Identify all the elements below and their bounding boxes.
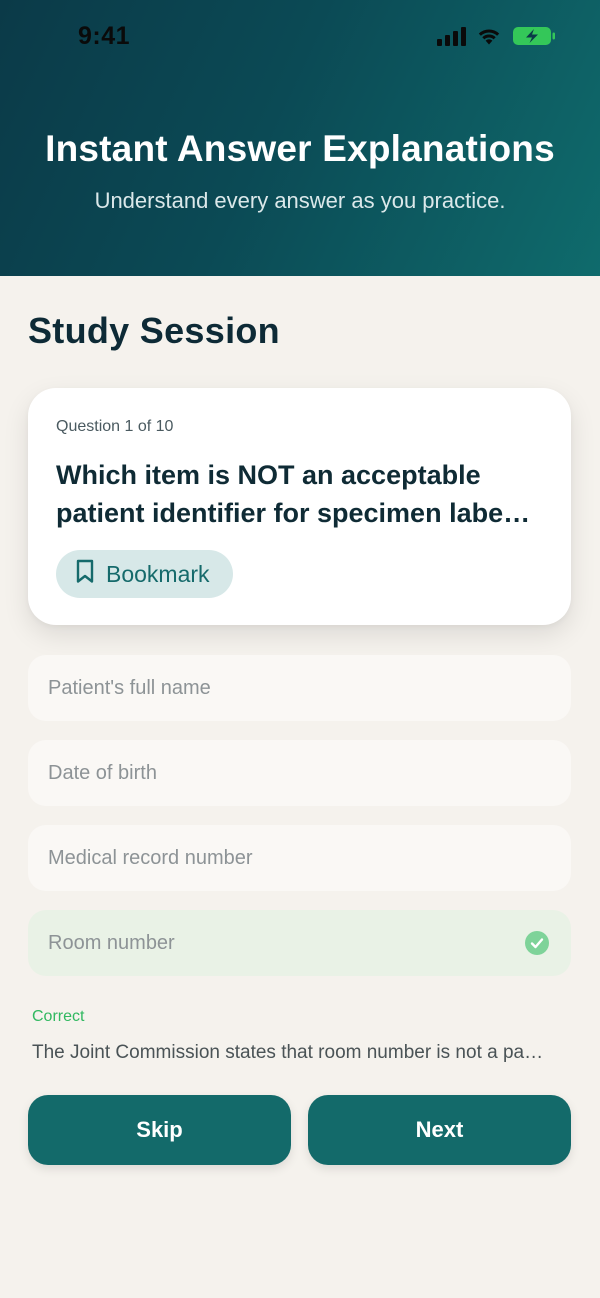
cellular-signal-icon — [437, 26, 466, 46]
wifi-icon — [476, 26, 502, 46]
answer-option[interactable]: Date of birth — [28, 740, 571, 806]
question-text-line: Which item is NOT an acceptable — [56, 460, 481, 490]
answer-option-label: Date of birth — [48, 761, 157, 784]
status-bar: 9:41 — [0, 0, 600, 70]
question-card: Question 1 of 10 Which item is NOT an ac… — [28, 388, 571, 625]
status-icons — [437, 24, 556, 48]
answer-option-label: Medical record number — [48, 846, 253, 869]
study-session-screen: 9:41 Instant Answer Explanations Underst… — [0, 0, 600, 1298]
answer-option[interactable]: Patient's full name — [28, 655, 571, 721]
status-time: 9:41 — [78, 22, 131, 50]
checkmark-circle-icon — [525, 931, 549, 955]
bookmark-icon — [76, 559, 94, 589]
skip-button[interactable]: Skip — [28, 1095, 291, 1165]
next-button[interactable]: Next — [308, 1095, 571, 1165]
answer-option[interactable]: Medical record number — [28, 825, 571, 891]
feedback-status: Correct — [32, 1008, 85, 1025]
answer-option-correct[interactable]: Room number — [28, 910, 571, 976]
bookmark-button[interactable]: Bookmark — [56, 550, 233, 598]
section-title: Study Session — [28, 310, 280, 351]
question-counter: Question 1 of 10 — [56, 418, 174, 435]
question-text: Which item is NOT an acceptable patient … — [56, 456, 546, 532]
header-banner: 9:41 Instant Answer Explanations Underst… — [0, 0, 600, 276]
page-subtitle: Understand every answer as you practice. — [94, 188, 506, 213]
page-title: Instant Answer Explanations — [45, 128, 555, 169]
bookmark-label: Bookmark — [106, 560, 210, 587]
answer-option-label: Room number — [48, 931, 175, 954]
answer-option-label: Patient's full name — [48, 676, 211, 699]
battery-charging-icon — [512, 25, 556, 47]
question-text-line: patient identifier for specimen labe… — [56, 498, 531, 528]
answer-explanation: The Joint Commission states that room nu… — [32, 1042, 544, 1063]
